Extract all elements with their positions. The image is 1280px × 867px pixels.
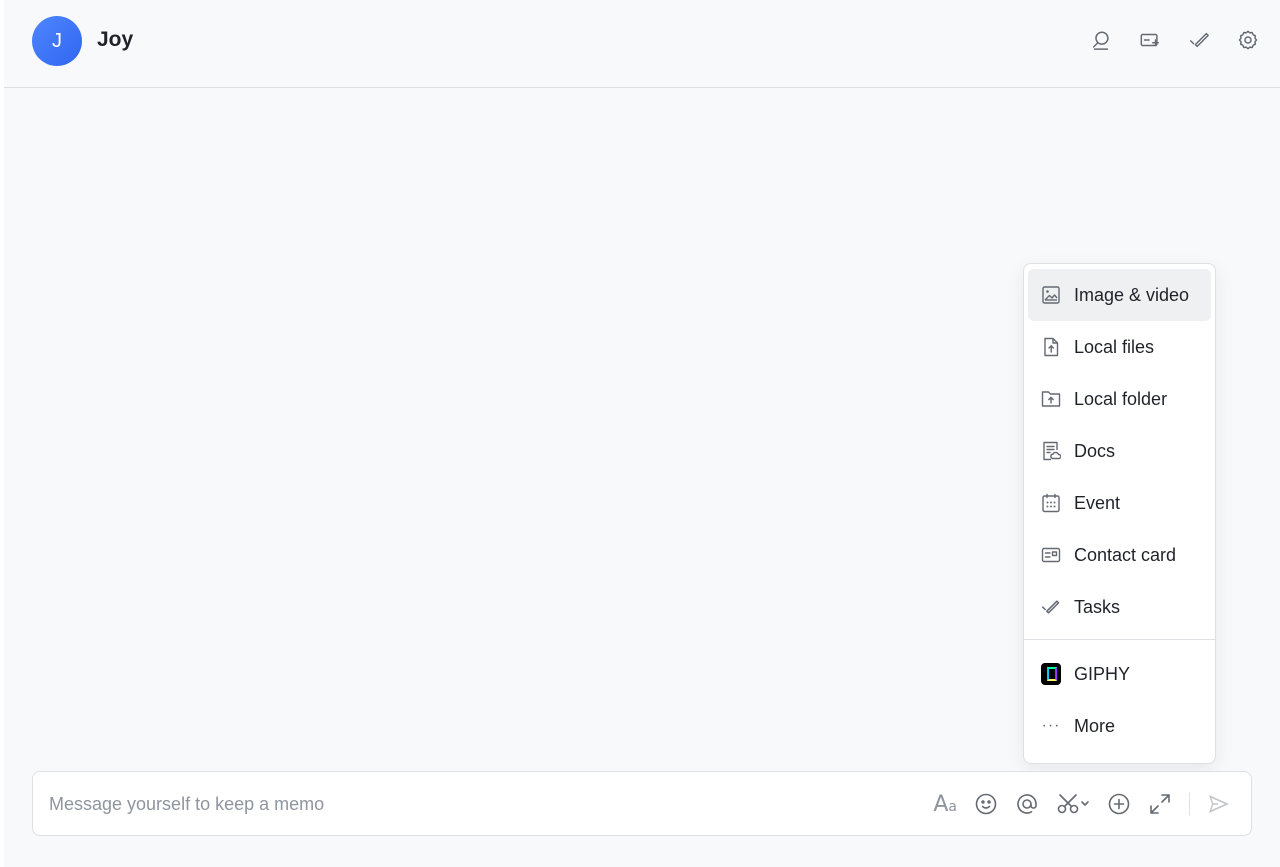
calendar-icon (1041, 493, 1061, 513)
tasks-icon (1041, 597, 1061, 617)
menu-item-more[interactable]: ··· More (1028, 700, 1211, 752)
avatar[interactable]: J (32, 16, 82, 66)
menu-divider (1024, 639, 1215, 640)
mention-button[interactable] (1015, 791, 1039, 817)
at-sign-icon (1017, 794, 1037, 814)
toolbar-divider (1189, 793, 1190, 815)
emoji-button[interactable] (974, 791, 998, 817)
menu-item-label: More (1074, 715, 1116, 736)
header-actions (1089, 28, 1260, 52)
contact-card-icon (1041, 545, 1061, 565)
menu-item-label: Tasks (1074, 596, 1121, 617)
chat-title: Joy (97, 28, 134, 51)
menu-item-tasks[interactable]: Tasks (1028, 581, 1211, 633)
add-tab-icon (1140, 33, 1159, 47)
menu-item-label: Image & video (1074, 284, 1190, 305)
scissors-icon (1057, 794, 1089, 814)
expand-icon (1150, 794, 1170, 814)
menu-item-label: Docs (1074, 440, 1116, 461)
tasks-icon (1190, 32, 1209, 48)
message-input[interactable] (49, 790, 909, 818)
menu-item-event[interactable]: Event (1028, 477, 1211, 529)
menu-item-label: Local files (1074, 336, 1155, 357)
menu-item-local-files[interactable]: Local files (1028, 321, 1211, 373)
more-icon: ··· (1041, 717, 1061, 734)
menu-item-contact-card[interactable]: Contact card (1028, 529, 1211, 581)
send-button[interactable] (1207, 791, 1231, 817)
expand-button[interactable] (1148, 791, 1172, 817)
file-upload-icon (1041, 337, 1061, 357)
tasks-button[interactable] (1187, 28, 1211, 52)
menu-item-label: Local folder (1074, 388, 1168, 409)
add-tab-button[interactable] (1138, 28, 1162, 52)
search-icon (1092, 31, 1109, 50)
add-button[interactable] (1107, 791, 1131, 817)
menu-item-giphy[interactable]: GIPHY (1028, 648, 1211, 700)
composer-toolbar: Aa (933, 791, 1231, 817)
menu-item-local-folder[interactable]: Local folder (1028, 373, 1211, 425)
window-left-edge (0, 0, 4, 867)
menu-item-label: GIPHY (1074, 663, 1131, 684)
menu-item-label: Contact card (1074, 544, 1177, 565)
image-icon (1041, 285, 1061, 305)
screenshot-button[interactable] (1056, 791, 1090, 817)
giphy-icon (1041, 663, 1061, 685)
plus-circle-icon (1108, 793, 1130, 815)
emoji-icon (975, 793, 997, 815)
attach-menu: Image & video Local files Local folder D… (1023, 263, 1216, 764)
send-icon (1209, 795, 1229, 813)
folder-upload-icon (1041, 389, 1061, 409)
format-icon: Aa (933, 791, 957, 817)
chat-header: J Joy (4, 0, 1280, 88)
menu-item-label: Event (1074, 492, 1121, 513)
settings-icon (1238, 30, 1258, 50)
format-button[interactable]: Aa (933, 791, 957, 817)
search-button[interactable] (1089, 28, 1113, 52)
menu-item-image-video[interactable]: Image & video (1028, 269, 1211, 321)
menu-item-docs[interactable]: Docs (1028, 425, 1211, 477)
message-composer: Aa (32, 771, 1252, 836)
settings-button[interactable] (1236, 28, 1260, 52)
docs-icon (1041, 441, 1061, 461)
